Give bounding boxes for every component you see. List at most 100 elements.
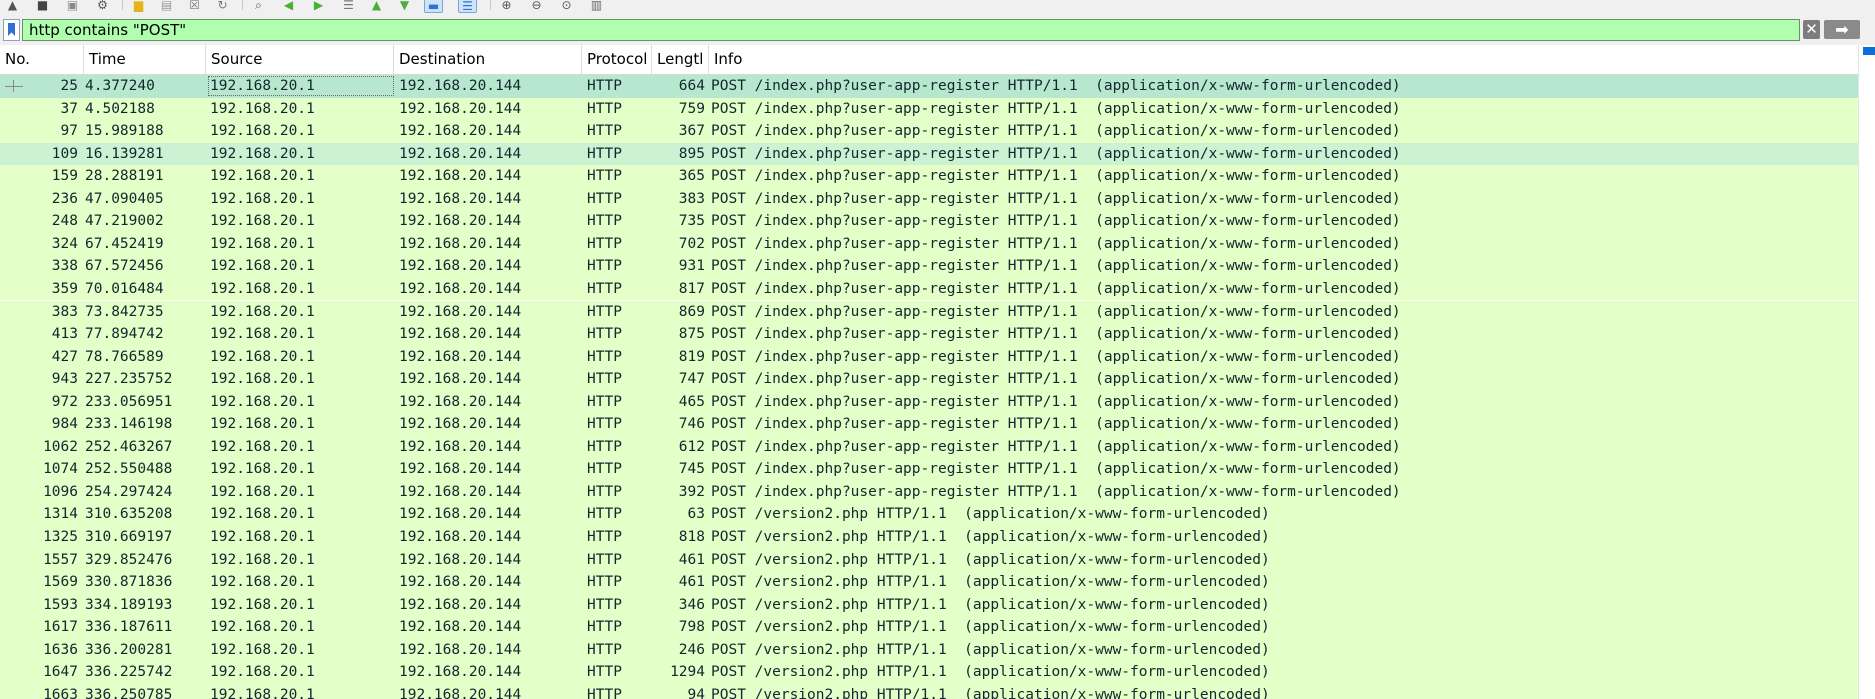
packet-protocol: HTTP: [587, 574, 622, 591]
column-header-time[interactable]: Time: [84, 45, 206, 74]
packet-length: 745: [678, 461, 705, 478]
packet-row[interactable]: 338 67.572456 192.168.20.1 192.168.20.144 HT…: [0, 255, 1858, 278]
packet-no: 1663: [43, 686, 78, 699]
stop-capture-icon[interactable]: ■: [34, 0, 51, 11]
packet-row[interactable]: 159 28.288191 192.168.20.1 192.168.20.144 HT…: [0, 165, 1858, 188]
packet-no: 1617: [43, 619, 78, 636]
packet-row[interactable]: 1325 310.669197 192.168.20.1 192.168.20.144…: [0, 526, 1858, 549]
packet-row[interactable]: 1314 310.635208 192.168.20.1 192.168.20.144…: [0, 503, 1858, 526]
packet-row[interactable]: 109 16.139281 192.168.20.1 192.168.20.144 HT…: [0, 142, 1858, 166]
packet-row[interactable]: 37 4.502188 192.168.20.1 192.168.20.144 HTTP…: [0, 97, 1858, 121]
column-header-destination[interactable]: Destination: [394, 45, 582, 74]
packet-row[interactable]: 1557 329.852476 192.168.20.1 192.168.20.144…: [0, 548, 1858, 572]
packet-length: 392: [678, 483, 705, 500]
packet-list-scrollbar[interactable]: [1858, 45, 1875, 699]
packet-row[interactable]: 1636 336.200281 192.168.20.1 192.168.20.144…: [0, 638, 1858, 662]
packet-row[interactable]: 1617 336.187611 192.168.20.1 192.168.20.144…: [0, 616, 1858, 639]
packet-row[interactable]: 25 4.377240 192.168.20.1 192.168.20.144 HTTP…: [0, 75, 1858, 98]
capture-options-icon[interactable]: ⚙: [94, 0, 111, 11]
go-first-icon[interactable]: ▲: [368, 0, 385, 11]
packet-no: 109: [51, 145, 78, 162]
packet-row[interactable]: 236 47.090405 192.168.20.1 192.168.20.144 HT…: [0, 187, 1858, 211]
packet-protocol: HTTP: [587, 371, 622, 388]
packet-destination: 192.168.20.144: [399, 686, 522, 699]
packet-no: 1096: [43, 483, 78, 500]
packet-row[interactable]: 984 233.146198 192.168.20.1 192.168.20.144 H…: [0, 413, 1858, 436]
packet-row[interactable]: 359 70.016484 192.168.20.1 192.168.20.144 HT…: [0, 277, 1858, 301]
packet-row[interactable]: 1096 254.297424 192.168.20.1 192.168.20.144…: [0, 480, 1858, 504]
go-back-icon[interactable]: ◀: [280, 0, 297, 11]
zoom-normal-icon[interactable]: ⊙: [558, 0, 575, 11]
packet-info: POST /index.php?user-app-register HTTP/1…: [711, 348, 1401, 365]
packet-row[interactable]: 97 15.989188 192.168.20.1 192.168.20.144 HTT…: [0, 120, 1858, 143]
display-filter-input[interactable]: http contains "POST": [22, 19, 1800, 41]
column-header-source[interactable]: Source: [206, 45, 394, 74]
packet-protocol: HTTP: [587, 326, 622, 343]
packet-row[interactable]: 943 227.235752 192.168.20.1 192.168.20.144 H…: [0, 368, 1858, 391]
reload-file-icon[interactable]: ↻: [214, 0, 231, 11]
packet-no: 25: [60, 78, 78, 94]
packet-no: 1074: [43, 461, 78, 478]
packet-protocol: HTTP: [587, 438, 622, 455]
packet-info: POST /index.php?user-app-register HTTP/1…: [711, 461, 1401, 478]
packet-source: 192.168.20.1: [210, 664, 315, 681]
packet-row[interactable]: 427 78.766589 192.168.20.1 192.168.20.144 HT…: [0, 345, 1858, 369]
packet-time: 233.146198: [85, 416, 173, 433]
packet-length: 818: [678, 529, 705, 545]
packet-time: 334.189193: [85, 596, 173, 613]
close-file-icon[interactable]: ☒: [186, 0, 203, 11]
packet-no: 248: [51, 213, 78, 230]
column-header-no[interactable]: No.: [0, 45, 84, 74]
packet-length: 367: [678, 123, 705, 140]
zoom-in-icon[interactable]: ⊕: [498, 0, 515, 11]
packet-protocol: HTTP: [587, 686, 622, 699]
restart-capture-icon[interactable]: ▣: [64, 0, 81, 11]
packet-length: 246: [678, 641, 705, 658]
auto-scroll-icon[interactable]: ▬: [424, 0, 443, 13]
apply-filter-button[interactable]: ➡: [1824, 20, 1860, 39]
packet-row[interactable]: 1569 330.871836 192.168.20.1 192.168.20.144…: [0, 571, 1858, 594]
packet-row[interactable]: 248 47.219002 192.168.20.1 192.168.20.144 HT…: [0, 210, 1858, 233]
packet-row[interactable]: 324 67.452419 192.168.20.1 192.168.20.144 HT…: [0, 232, 1858, 256]
packet-row[interactable]: 972 233.056951 192.168.20.1 192.168.20.144 H…: [0, 390, 1858, 414]
open-file-icon[interactable]: ▆: [130, 0, 147, 11]
packet-row[interactable]: 1062 252.463267 192.168.20.1 192.168.20.144…: [0, 435, 1858, 459]
packet-time: 336.200281: [85, 641, 173, 658]
column-header-info[interactable]: Info: [709, 45, 1858, 74]
packet-row[interactable]: 413 77.894742 192.168.20.1 192.168.20.144 HT…: [0, 323, 1858, 346]
packet-row[interactable]: 1074 252.550488 192.168.20.1 192.168.20.144…: [0, 458, 1858, 481]
packet-time: 4.377240: [85, 78, 155, 94]
packet-row[interactable]: 383 73.842735 192.168.20.1 192.168.20.144 HT…: [0, 300, 1858, 324]
packet-no: 236: [51, 190, 78, 207]
packet-source: 192.168.20.1: [210, 371, 315, 388]
scrollbar-position-marker[interactable]: [1863, 47, 1875, 55]
packet-protocol: HTTP: [587, 483, 622, 500]
packet-destination: 192.168.20.144: [399, 506, 522, 523]
save-file-icon[interactable]: ▤: [158, 0, 175, 11]
packet-time: 227.235752: [85, 371, 173, 388]
start-capture-icon[interactable]: ▲: [4, 0, 21, 11]
packet-source: 192.168.20.1: [210, 393, 315, 410]
packet-source: 192.168.20.1: [210, 461, 315, 478]
packet-source: 192.168.20.1: [210, 78, 315, 94]
packet-row[interactable]: 1593 334.189193 192.168.20.1 192.168.20.144…: [0, 593, 1858, 617]
packet-destination: 192.168.20.144: [399, 664, 522, 681]
find-packet-icon[interactable]: ⌕: [250, 0, 267, 11]
go-forward-icon[interactable]: ▶: [310, 0, 327, 11]
column-header-protocol[interactable]: Protocol: [582, 45, 652, 74]
packet-row[interactable]: 1647 336.225742 192.168.20.1 192.168.20.144…: [0, 661, 1858, 684]
packet-source: 192.168.20.1: [210, 123, 315, 140]
go-last-icon[interactable]: ▼: [396, 0, 413, 11]
colorize-icon[interactable]: ☰: [458, 0, 477, 13]
clear-filter-button[interactable]: ✕: [1803, 20, 1820, 39]
packet-destination: 192.168.20.144: [399, 326, 522, 343]
packet-row[interactable]: 1663 336.250785 192.168.20.1 192.168.20.144…: [0, 683, 1858, 699]
packet-no: 413: [51, 326, 78, 343]
filter-bookmark-button[interactable]: [3, 19, 20, 41]
go-to-packet-icon[interactable]: ☰: [340, 0, 357, 11]
zoom-out-icon[interactable]: ⊖: [528, 0, 545, 11]
display-filter-bar: http contains "POST" ✕ ➡: [0, 16, 1875, 45]
column-header-length[interactable]: Lengtl: [652, 45, 709, 74]
resize-columns-icon[interactable]: ▥: [588, 0, 605, 11]
packet-source: 192.168.20.1: [210, 168, 315, 185]
